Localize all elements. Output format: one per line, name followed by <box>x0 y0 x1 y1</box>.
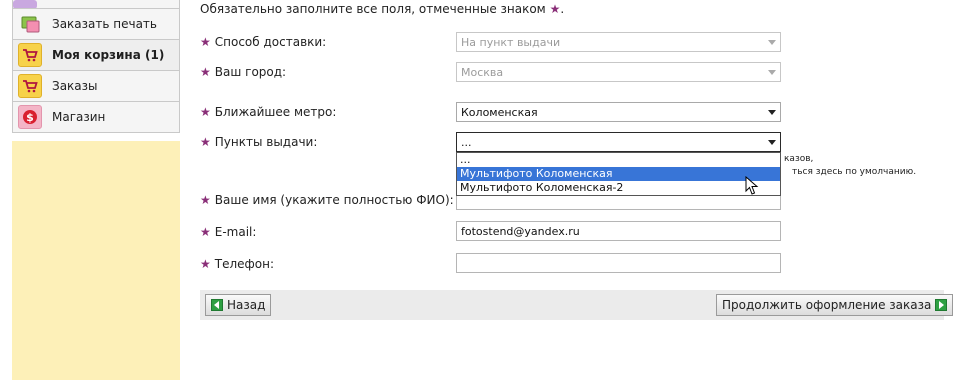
continue-button-label: Продолжить оформление заказа <box>722 298 932 312</box>
city-label: ★ Ваш город: <box>200 65 286 79</box>
email-label: ★ E-mail: <box>200 225 256 239</box>
metro-value: Коломенская <box>461 106 538 119</box>
stub-icon <box>13 0 37 8</box>
sidebar-item-shop[interactable]: $ Магазин <box>13 102 179 133</box>
hint-line-1: казов, <box>784 154 814 164</box>
orders-cart-icon <box>18 74 42 98</box>
print-order-icon <box>18 12 42 36</box>
email-input[interactable]: fotostend@yandex.ru <box>456 221 781 241</box>
phone-label: ★ Телефон: <box>200 257 274 271</box>
dropdown-option-selected[interactable]: Мультифото Коломенская <box>457 167 780 181</box>
metro-label: ★ Ближайшее метро: <box>200 105 336 119</box>
sidebar-item-label: Заказать печать <box>52 17 157 31</box>
name-label-text: Ваше имя (укажите полностью ФИО): <box>214 193 454 207</box>
sidebar: Заказать печать Моя корзина (1) Заказы $… <box>0 0 180 380</box>
required-star-icon: ★ <box>549 2 561 16</box>
intro-text: Обязательно заполните все поля, отмеченн… <box>200 2 546 16</box>
chevron-down-icon <box>768 110 776 115</box>
pickup-point-dropdown: ... Мультифото Коломенская Мультифото Ко… <box>456 152 781 196</box>
city-select[interactable]: Москва <box>456 62 781 82</box>
arrow-right-icon <box>935 299 948 311</box>
required-star-icon: ★ <box>200 105 211 119</box>
chevron-down-icon <box>768 70 776 75</box>
sidebar-item-order-print[interactable]: Заказать печать <box>13 9 179 40</box>
back-button[interactable]: Назад <box>205 294 272 316</box>
hint-line-2: ться здесь по умолчанию. <box>792 167 917 177</box>
phone-label-text: Телефон: <box>214 257 275 271</box>
required-star-icon: ★ <box>200 225 211 239</box>
sidebar-background <box>12 141 180 380</box>
chevron-down-icon <box>768 40 776 45</box>
sidebar-item-orders[interactable]: Заказы <box>13 71 179 102</box>
arrow-left-icon <box>211 299 223 311</box>
delivery-label-text: Способ доставки: <box>214 35 327 49</box>
form-intro: Обязательно заполните все поля, отмеченн… <box>200 2 564 16</box>
pickup-point-select[interactable]: ... <box>456 132 781 152</box>
metro-label-text: Ближайшее метро: <box>214 105 337 119</box>
metro-select[interactable]: Коломенская <box>456 102 781 122</box>
pickup-label-text: Пункты выдачи: <box>214 135 318 149</box>
dropdown-option[interactable]: ... <box>457 153 780 167</box>
city-label-text: Ваш город: <box>214 65 287 79</box>
sidebar-item-cart[interactable]: Моя корзина (1) <box>13 40 179 71</box>
shop-dollar-icon: $ <box>18 105 42 129</box>
back-button-label: Назад <box>227 298 266 312</box>
email-label-text: E-mail: <box>214 225 257 239</box>
form-button-bar: Назад Продолжить оформление заказа <box>200 290 954 320</box>
dropdown-option[interactable]: Мультифото Коломенская-2 <box>457 181 780 195</box>
delivery-method-select[interactable]: На пункт выдачи <box>456 32 781 52</box>
delivery-method-value: На пункт выдачи <box>461 36 561 49</box>
mouse-cursor-icon <box>745 175 759 199</box>
pickup-point-value: ... <box>461 136 472 149</box>
continue-checkout-button[interactable]: Продолжить оформление заказа <box>716 294 954 316</box>
name-label: ★ Ваше имя (укажите полностью ФИО): <box>200 193 454 207</box>
chevron-down-icon <box>768 140 776 145</box>
sidebar-item-label: Моя корзина (1) <box>52 48 165 62</box>
phone-input[interactable] <box>456 253 781 273</box>
cart-icon <box>18 43 42 67</box>
intro-end: . <box>560 2 565 16</box>
sidebar-menu: Заказать печать Моя корзина (1) Заказы $… <box>12 0 180 133</box>
delivery-label: ★ Способ доставки: <box>200 35 326 49</box>
required-star-icon: ★ <box>200 193 211 207</box>
city-value: Москва <box>461 66 504 79</box>
required-star-icon: ★ <box>200 135 211 149</box>
required-star-icon: ★ <box>200 257 211 271</box>
required-star-icon: ★ <box>200 35 211 49</box>
svg-text:$: $ <box>26 111 34 124</box>
sidebar-item-stub[interactable] <box>13 0 179 9</box>
pickup-label: ★ Пункты выдачи: <box>200 135 317 149</box>
required-star-icon: ★ <box>200 65 211 79</box>
checkout-form: Обязательно заполните все поля, отмеченн… <box>200 0 960 380</box>
sidebar-item-label: Заказы <box>52 79 98 93</box>
sidebar-item-label: Магазин <box>52 110 106 124</box>
